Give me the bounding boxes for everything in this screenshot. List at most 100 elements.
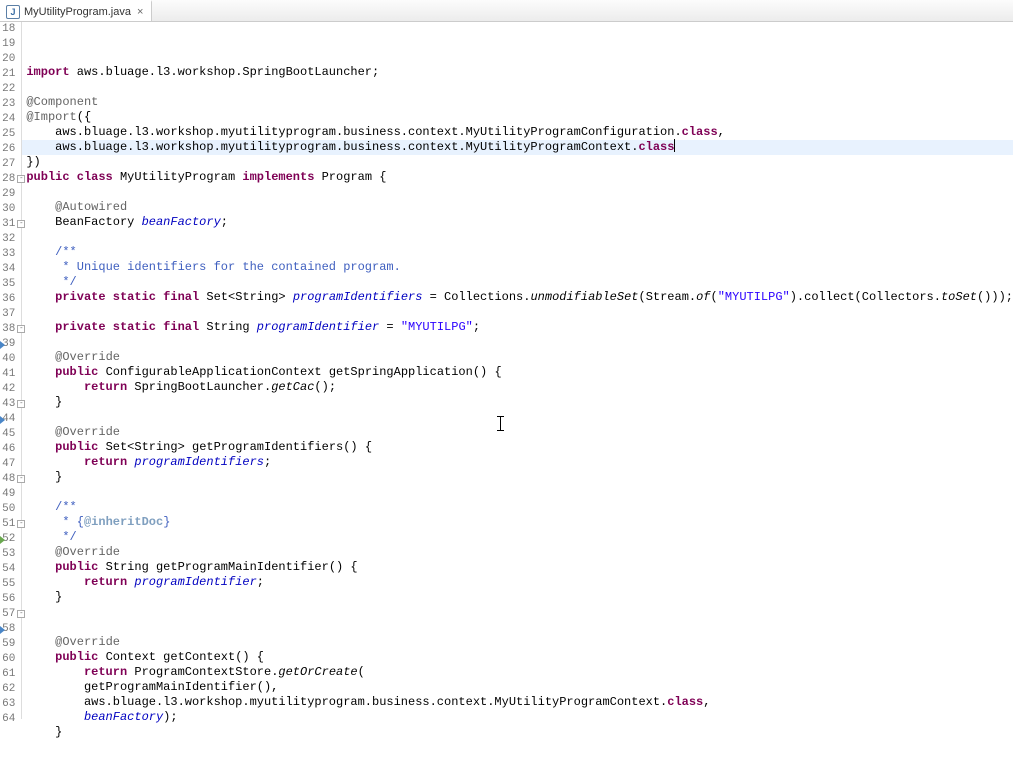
code-line[interactable]: return ProgramContextStore.getOrCreate( xyxy=(22,665,1013,680)
code-line[interactable] xyxy=(22,305,1013,320)
code-line[interactable]: return programIdentifier; xyxy=(22,575,1013,590)
line-number: 36 xyxy=(0,292,21,307)
code-line[interactable]: public class MyUtilityProgram implements… xyxy=(22,170,1013,185)
tab-filename: MyUtilityProgram.java xyxy=(24,6,131,18)
line-number: 47 xyxy=(0,457,21,472)
code-line[interactable]: } xyxy=(22,395,1013,410)
code-line[interactable]: * {@inheritDoc} xyxy=(22,515,1013,530)
line-number: 37 xyxy=(0,307,21,322)
code-line[interactable] xyxy=(22,740,1013,755)
line-number: 56 xyxy=(0,592,21,607)
line-number: 38- xyxy=(0,322,21,337)
code-line[interactable]: public Set<String> getProgramIdentifiers… xyxy=(22,440,1013,455)
code-line[interactable]: return SpringBootLauncher.getCac(); xyxy=(22,380,1013,395)
code-line[interactable]: @Import({ xyxy=(22,110,1013,125)
code-line[interactable]: aws.bluage.l3.workshop.myutilityprogram.… xyxy=(22,695,1013,710)
code-line[interactable]: private static final String programIdent… xyxy=(22,320,1013,335)
code-line[interactable] xyxy=(22,50,1013,65)
code-line[interactable]: }) xyxy=(22,155,1013,170)
line-number: 46 xyxy=(0,442,21,457)
close-icon[interactable]: × xyxy=(135,6,145,18)
line-number: 23 xyxy=(0,97,21,112)
code-line[interactable] xyxy=(22,185,1013,200)
code-line[interactable]: * Unique identifiers for the contained p… xyxy=(22,260,1013,275)
code-line[interactable]: return programIdentifiers; xyxy=(22,455,1013,470)
code-line[interactable]: } xyxy=(22,725,1013,740)
code-line[interactable] xyxy=(22,605,1013,620)
line-number: 26 xyxy=(0,142,21,157)
code-line[interactable]: beanFactory); xyxy=(22,710,1013,725)
tab-bar: J MyUtilityProgram.java × xyxy=(0,0,1013,22)
code-line[interactable]: getProgramMainIdentifier(), xyxy=(22,680,1013,695)
editor-tab[interactable]: J MyUtilityProgram.java × xyxy=(0,0,152,21)
line-number: 34 xyxy=(0,262,21,277)
code-line[interactable]: @Override xyxy=(22,545,1013,560)
line-number: 32 xyxy=(0,232,21,247)
line-number: 48- xyxy=(0,472,21,487)
line-number: 21 xyxy=(0,67,21,82)
code-line[interactable] xyxy=(22,230,1013,245)
line-number: 61 xyxy=(0,667,21,682)
code-line[interactable]: BeanFactory beanFactory; xyxy=(22,215,1013,230)
code-line[interactable] xyxy=(22,335,1013,350)
line-number: 30 xyxy=(0,202,21,217)
line-number: 20 xyxy=(0,52,21,67)
code-line[interactable]: */ xyxy=(22,530,1013,545)
code-line[interactable]: public ConfigurableApplicationContext ge… xyxy=(22,365,1013,380)
line-number: 28- xyxy=(0,172,21,187)
line-number: 18 xyxy=(0,22,21,37)
line-number: 43- xyxy=(0,397,21,412)
line-number: 50 xyxy=(0,502,21,517)
editor-area: 1819202122232425262728-293031-3233343536… xyxy=(0,22,1013,719)
code-line[interactable]: public Context getContext() { xyxy=(22,650,1013,665)
code-line[interactable] xyxy=(22,410,1013,425)
line-number: 64 xyxy=(0,712,21,727)
code-line[interactable] xyxy=(22,80,1013,95)
code-line[interactable]: import aws.bluage.l3.workshop.SpringBoot… xyxy=(22,65,1013,80)
code-line[interactable] xyxy=(22,620,1013,635)
line-number: 33 xyxy=(0,247,21,262)
code-line[interactable]: aws.bluage.l3.workshop.myutilityprogram.… xyxy=(22,125,1013,140)
code-line[interactable]: @Override xyxy=(22,350,1013,365)
line-number: 29 xyxy=(0,187,21,202)
line-number: 54 xyxy=(0,562,21,577)
java-file-icon: J xyxy=(6,5,20,19)
line-number-gutter[interactable]: 1819202122232425262728-293031-3233343536… xyxy=(0,22,22,719)
edit-caret xyxy=(674,139,675,152)
line-number: 63 xyxy=(0,697,21,712)
line-number: 19 xyxy=(0,37,21,52)
code-line[interactable]: @Component xyxy=(22,95,1013,110)
line-number: 62 xyxy=(0,682,21,697)
line-number: 45 xyxy=(0,427,21,442)
line-number: 41 xyxy=(0,367,21,382)
line-number: 22 xyxy=(0,82,21,97)
line-number: 39 xyxy=(0,337,21,352)
line-number: 35 xyxy=(0,277,21,292)
line-number: 59 xyxy=(0,637,21,652)
line-number: 51- xyxy=(0,517,21,532)
line-number: 52 xyxy=(0,532,21,547)
code-line[interactable]: */ xyxy=(22,275,1013,290)
line-number: 44 xyxy=(0,412,21,427)
code-line[interactable]: /** xyxy=(22,245,1013,260)
code-line[interactable]: } xyxy=(22,470,1013,485)
line-number: 27 xyxy=(0,157,21,172)
code-line[interactable]: @Autowired xyxy=(22,200,1013,215)
code-viewport[interactable]: import aws.bluage.l3.workshop.SpringBoot… xyxy=(22,22,1013,719)
line-number: 57- xyxy=(0,607,21,622)
code-line[interactable]: private static final Set<String> program… xyxy=(22,290,1013,305)
line-number: 49 xyxy=(0,487,21,502)
line-number: 60 xyxy=(0,652,21,667)
line-number: 25 xyxy=(0,127,21,142)
code-line[interactable]: } xyxy=(22,590,1013,605)
line-number: 24 xyxy=(0,112,21,127)
code-line[interactable]: /** xyxy=(22,500,1013,515)
code-line[interactable]: @Override xyxy=(22,635,1013,650)
line-number: 42 xyxy=(0,382,21,397)
line-number: 53 xyxy=(0,547,21,562)
code-line[interactable]: public String getProgramMainIdentifier()… xyxy=(22,560,1013,575)
code-line[interactable]: aws.bluage.l3.workshop.myutilityprogram.… xyxy=(22,140,1013,155)
line-number: 31- xyxy=(0,217,21,232)
code-line[interactable] xyxy=(22,485,1013,500)
code-line[interactable]: @Override xyxy=(22,425,1013,440)
